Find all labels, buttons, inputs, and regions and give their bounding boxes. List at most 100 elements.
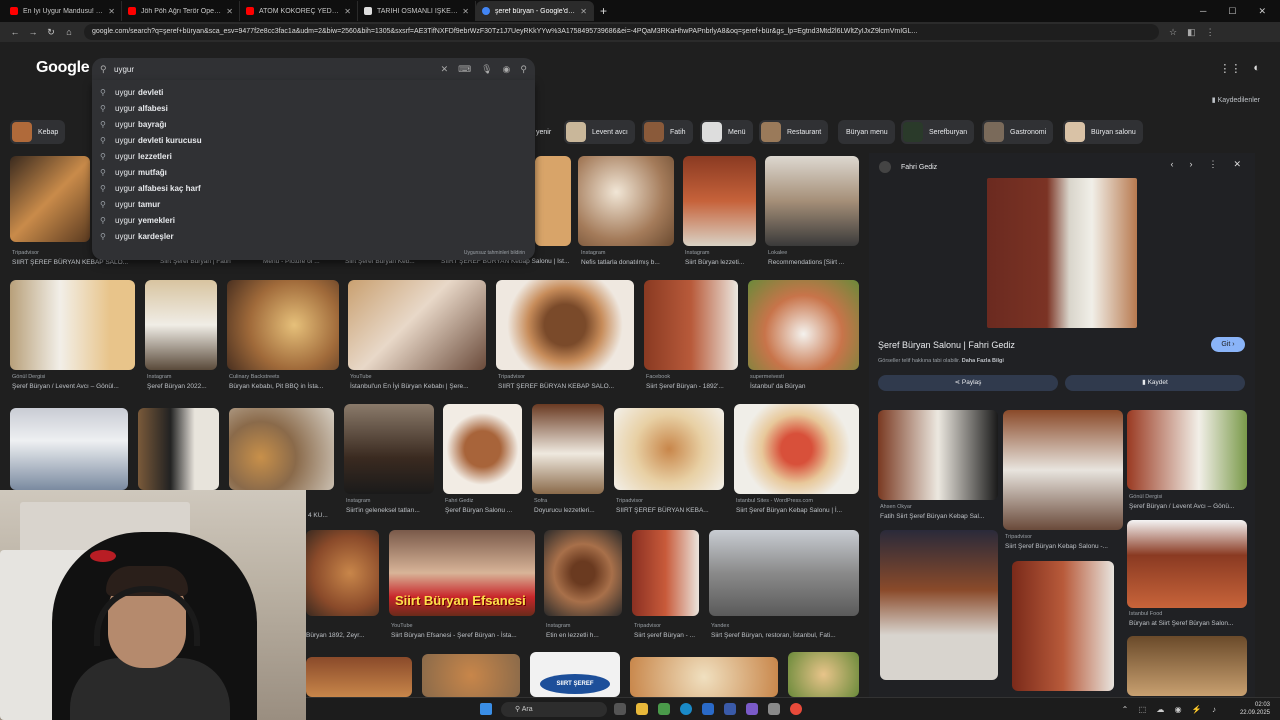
app-icon[interactable]: [746, 703, 758, 715]
task-view-icon[interactable]: [614, 703, 626, 715]
new-tab-icon[interactable]: +: [600, 4, 607, 18]
close-icon[interactable]: ✕: [462, 7, 469, 16]
browser-tab-2[interactable]: Jöh Pöh Ağrı Terör Operasyon ✕: [122, 1, 240, 21]
image-caption[interactable]: Instagram Siirt'in geleneksel tatları...: [346, 498, 438, 514]
close-icon[interactable]: ✕: [580, 7, 587, 16]
image-caption[interactable]: Instagram Nefis tatlarla donatılmış b...: [581, 250, 676, 266]
bookmark-star-icon[interactable]: ☆: [1169, 27, 1177, 38]
image-thumbnail[interactable]: [765, 156, 859, 246]
close-icon[interactable]: ✕: [344, 7, 351, 16]
search-submit-icon[interactable]: ⚲: [520, 64, 527, 75]
mic-icon[interactable]: 🎙: [481, 64, 492, 75]
google-logo[interactable]: Google: [36, 59, 90, 77]
suggestion-item[interactable]: ⚲ uygur lezzetleri: [92, 148, 535, 164]
image-thumbnail[interactable]: [532, 404, 604, 494]
image-thumbnail[interactable]: [306, 657, 412, 697]
system-tray-icons[interactable]: ⌃ ⬚ ☁ ◉ ⚡ ♪: [1122, 705, 1220, 714]
browser-tab-5[interactable]: şeref büryan - Google'da Ara ✕: [476, 1, 594, 21]
image-caption[interactable]: Büryan 1892, Zeyr...: [306, 632, 379, 639]
image-thumbnail[interactable]: [10, 156, 90, 242]
browser-tab-4[interactable]: TARİHİ OSMANLI İŞKEMBE KEL ✕: [358, 1, 476, 21]
chip-levent-avci[interactable]: Levent avcı: [564, 120, 635, 144]
related-image[interactable]: [1127, 520, 1247, 608]
image-thumbnail[interactable]: [544, 530, 622, 616]
taskbar-clock[interactable]: 02:03 22.09.2025: [1240, 701, 1270, 717]
edge-icon[interactable]: [680, 703, 692, 715]
image-thumbnail[interactable]: [630, 657, 778, 697]
image-thumbnail[interactable]: [344, 404, 434, 494]
visit-button[interactable]: Git ›: [1211, 337, 1245, 352]
related-caption[interactable]: Tripadvisor Siirt Şeref Büryan Kebap Salo…: [1005, 534, 1125, 550]
close-icon[interactable]: ✕: [226, 7, 233, 16]
close-icon[interactable]: ✕: [1233, 159, 1241, 170]
preview-title[interactable]: Şeref Büryan Salonu | Fahri Gediz: [878, 340, 1015, 350]
image-caption[interactable]: Instagram Etin en lezzetli h...: [546, 623, 626, 639]
chrome-icon[interactable]: [790, 703, 802, 715]
suggestion-item[interactable]: ⚲ uygur kardeşler: [92, 228, 535, 244]
image-caption[interactable]: Culinary Backstreets Büryan Kebabı, Pit B…: [229, 374, 341, 390]
lens-icon[interactable]: ◉: [503, 64, 511, 75]
image-caption[interactable]: Fahri Gediz Şeref Büryan Salonu ...: [445, 498, 527, 514]
image-caption[interactable]: Lokalee Recommendations [Siirt ...: [768, 250, 860, 266]
related-image[interactable]: [878, 410, 998, 500]
forward-icon[interactable]: →: [24, 27, 42, 37]
search-box[interactable]: ⚲ ✕ ⌨ 🎙 ◉ ⚲: [92, 58, 535, 80]
image-caption[interactable]: Facebook Siirt Şeref Büryan - 1892'...: [646, 374, 740, 390]
image-caption[interactable]: Tripadvisor SIIRT ŞEREF BÜRYAN KEBA...: [616, 498, 728, 514]
image-caption[interactable]: YouTube İstanbul'un En İyi Büryan Kebabı …: [350, 374, 488, 390]
image-thumbnail[interactable]: [709, 530, 859, 616]
image-caption[interactable]: Tripadvisor Siirt şeref Büryan - ...: [634, 623, 704, 639]
image-caption[interactable]: Instagram Siirt Büryan lezzeti...: [685, 250, 760, 266]
chip-partial[interactable]: yenir: [536, 120, 558, 144]
chip-menu[interactable]: Menü: [700, 120, 753, 144]
image-thumbnail[interactable]: [443, 404, 522, 494]
keyboard-icon[interactable]: ⌨: [458, 64, 471, 75]
image-thumbnail[interactable]: [632, 530, 699, 616]
image-thumbnail[interactable]: [683, 156, 756, 246]
image-thumbnail[interactable]: [306, 530, 379, 616]
image-thumbnail[interactable]: SIIRT ŞEREF: [530, 652, 620, 697]
report-predictions-link[interactable]: Uygunsuz tahminleri bildirin: [464, 250, 525, 256]
search-input[interactable]: [114, 64, 441, 74]
related-image[interactable]: [1003, 410, 1123, 530]
image-caption[interactable]: İstanbul Sites - WordPress.com Siirt Şere…: [736, 498, 861, 514]
image-thumbnail[interactable]: [229, 408, 334, 490]
image-caption[interactable]: Yandex Siirt Şeref Büryan, restoran, İsta…: [711, 623, 861, 639]
windows-start-icon[interactable]: [480, 703, 492, 715]
related-image[interactable]: [1127, 410, 1247, 490]
save-button[interactable]: ▮ Kaydet: [1065, 375, 1245, 391]
image-thumbnail[interactable]: [748, 280, 859, 370]
image-caption[interactable]: supermeivesti İstanbul' da Büryan: [750, 374, 861, 390]
image-caption[interactable]: 4 KU...: [308, 512, 338, 519]
account-avatar[interactable]: ◐: [1253, 62, 1260, 75]
file-explorer-icon[interactable]: [636, 703, 648, 715]
url-field[interactable]: google.com/search?q=şeref+büryan&sca_esv…: [84, 24, 1159, 40]
reload-icon[interactable]: ↻: [42, 27, 60, 38]
app-icon[interactable]: [768, 703, 780, 715]
image-thumbnail[interactable]: [614, 408, 724, 490]
back-icon[interactable]: ←: [6, 27, 24, 37]
chip-kebap[interactable]: Kebap: [10, 120, 66, 144]
image-caption[interactable]: Tripadvisor SIIRT ŞEREF BÜRYAN KEBAP SALO…: [498, 374, 636, 390]
image-thumbnail[interactable]: [734, 404, 859, 494]
apps-grid-icon[interactable]: ⋮⋮: [1219, 62, 1241, 75]
suggestion-item[interactable]: ⚲ uygur devleti: [92, 84, 535, 100]
app-icon[interactable]: [658, 703, 670, 715]
preview-image[interactable]: [987, 178, 1137, 328]
chip-fatih[interactable]: Fatih: [642, 120, 693, 144]
browser-tab-1[interactable]: En İyi Uygur Mandusu! UYGUR ✕: [4, 1, 122, 21]
maximize-icon[interactable]: ☐: [1228, 6, 1236, 17]
image-thumbnail[interactable]: [348, 280, 486, 370]
suggestion-item[interactable]: ⚲ uygur alfabesi kaç harf: [92, 180, 535, 196]
prev-image-icon[interactable]: ‹: [1170, 159, 1173, 170]
more-options-icon[interactable]: ⋮: [1208, 159, 1217, 170]
image-thumbnail[interactable]: [145, 280, 217, 370]
image-thumbnail[interactable]: Siirt Büryan Efsanesi: [389, 530, 535, 616]
image-thumbnail[interactable]: [10, 280, 135, 370]
minimize-icon[interactable]: ─: [1200, 6, 1206, 17]
suggestion-item[interactable]: ⚲ uygur alfabesi: [92, 100, 535, 116]
chip-buryan-menu[interactable]: Büryan menu: [838, 120, 895, 144]
related-caption[interactable]: Gönül Dergisi Şeref Büryan / Levent Avcı …: [1129, 494, 1249, 510]
chip-buryan-salonu[interactable]: Büryan salonu: [1063, 120, 1143, 144]
chip-serefburyan[interactable]: Serefburyan: [901, 120, 975, 144]
